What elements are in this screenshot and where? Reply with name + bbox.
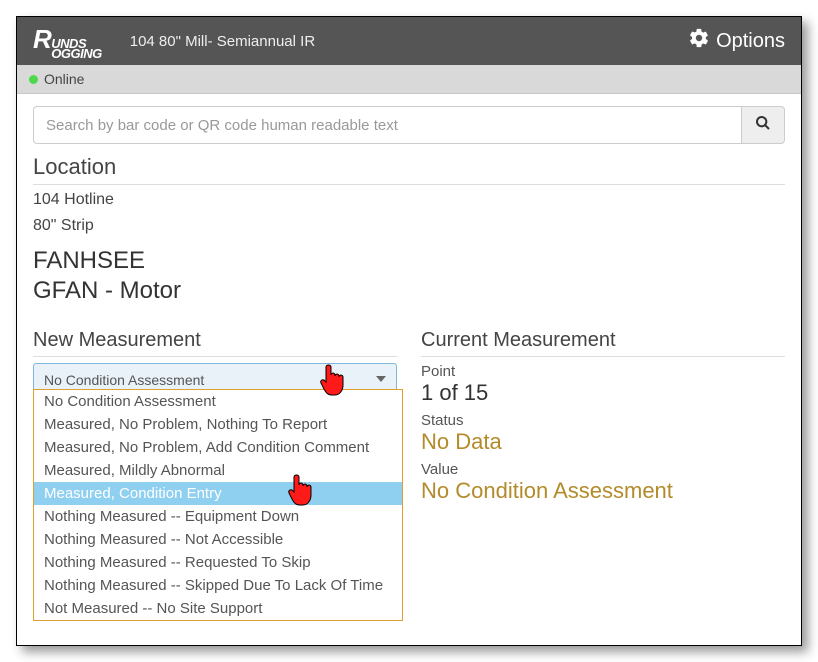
search-icon [755,115,771,136]
value-label: Value [421,461,785,478]
search-input[interactable] [33,106,741,144]
status-bar: Online [17,65,801,94]
options-button[interactable]: Options [688,27,785,55]
location-line-2: 80" Strip [33,217,785,235]
status-value: No Data [421,429,785,455]
divider [421,356,785,357]
condition-option[interactable]: Measured, Condition Entry [34,482,402,505]
point-label: Point [421,363,785,380]
page-title: 104 80" Mill- Semiannual IR [130,33,688,50]
new-measurement-column: New Measurement No Condition Assessment … [33,329,397,510]
options-label: Options [716,30,785,53]
new-measurement-heading: New Measurement [33,329,397,352]
current-measurement-heading: Current Measurement [421,329,785,352]
condition-option[interactable]: Nothing Measured -- Requested To Skip [34,551,402,574]
condition-option[interactable]: Not Measured -- No Site Support [34,597,402,620]
divider [33,356,397,357]
condition-option[interactable]: Nothing Measured -- Equipment Down [34,505,402,528]
search-row [33,106,785,144]
divider [33,184,785,185]
condition-option[interactable]: Measured, No Problem, Nothing To Report [34,413,402,436]
topbar: RUNDSOGGING 104 80" Mill- Semiannual IR … [17,17,801,65]
point-value: 1 of 15 [421,380,785,406]
status-dot-icon [29,75,38,84]
app-logo: RUNDSOGGING [33,24,102,59]
condition-option[interactable]: Measured, Mildly Abnormal [34,459,402,482]
location-line-1: 104 Hotline [33,191,785,209]
gear-icon [688,27,710,55]
condition-option[interactable]: No Condition Assessment [34,390,402,413]
condition-dropdown[interactable]: No Condition AssessmentMeasured, No Prob… [33,389,403,621]
status-text: Online [44,71,84,87]
equipment-sub: GFAN - Motor [33,277,785,305]
current-measurement-column: Current Measurement Point 1 of 15 Status… [421,329,785,510]
condition-select-value: No Condition Assessment [44,372,204,388]
app-window: RUNDSOGGING 104 80" Mill- Semiannual IR … [16,16,802,646]
condition-option[interactable]: Measured, No Problem, Add Condition Comm… [34,436,402,459]
value-value: No Condition Assessment [421,478,785,504]
condition-option[interactable]: Nothing Measured -- Not Accessible [34,528,402,551]
chevron-down-icon [376,376,386,382]
content-area: Location 104 Hotline 80" Strip FANHSEE G… [17,94,801,510]
status-label: Status [421,412,785,429]
condition-option[interactable]: Nothing Measured -- Skipped Due To Lack … [34,574,402,597]
location-heading: Location [33,154,785,180]
equipment-name: FANHSEE [33,247,785,275]
search-button[interactable] [741,106,785,144]
